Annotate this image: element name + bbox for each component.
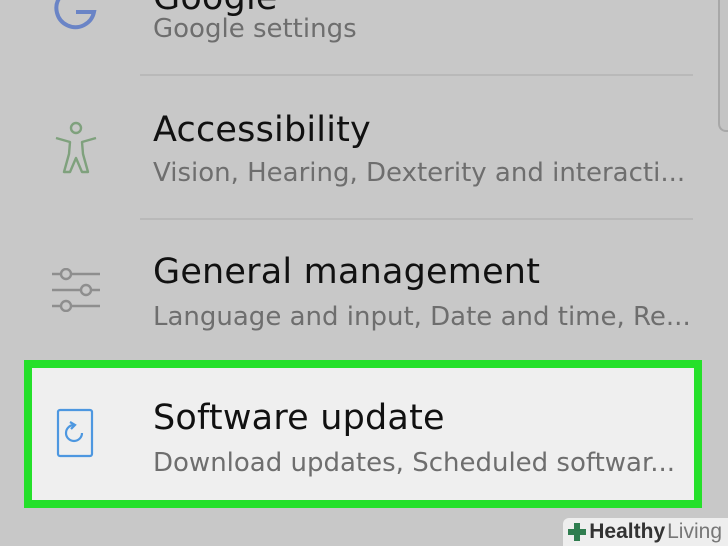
settings-item-subtitle: Google settings [153,14,357,44]
watermark-text-1: Healthy [589,520,666,543]
settings-item-title: Accessibility [153,110,371,150]
google-g-icon [54,0,97,30]
settings-item-title: General management [153,252,541,292]
accessibility-person-icon [55,121,97,174]
settings-item-subtitle: Vision, Hearing, Dexterity and interacti… [153,158,686,188]
scrollbar[interactable] [718,0,728,132]
settings-item-subtitle: Language and input, Date and time, Re... [153,302,691,332]
watermark: Healthy Living [563,518,728,546]
settings-item-subtitle: Download updates, Scheduled softwar... [153,448,676,478]
phone-refresh-icon [56,408,94,458]
settings-item-general-management[interactable]: General management Language and input, D… [0,220,728,360]
settings-item-title: Software update [153,398,445,438]
cross-logo-icon [568,523,587,541]
settings-item-software-update[interactable]: Software update Download updates, Schedu… [24,360,702,508]
sliders-icon [52,268,100,312]
settings-item-accessibility[interactable]: Accessibility Vision, Hearing, Dexterity… [0,76,728,218]
settings-item-google[interactable]: Google Google settings [0,0,728,75]
watermark-text-2: Living [667,520,722,543]
